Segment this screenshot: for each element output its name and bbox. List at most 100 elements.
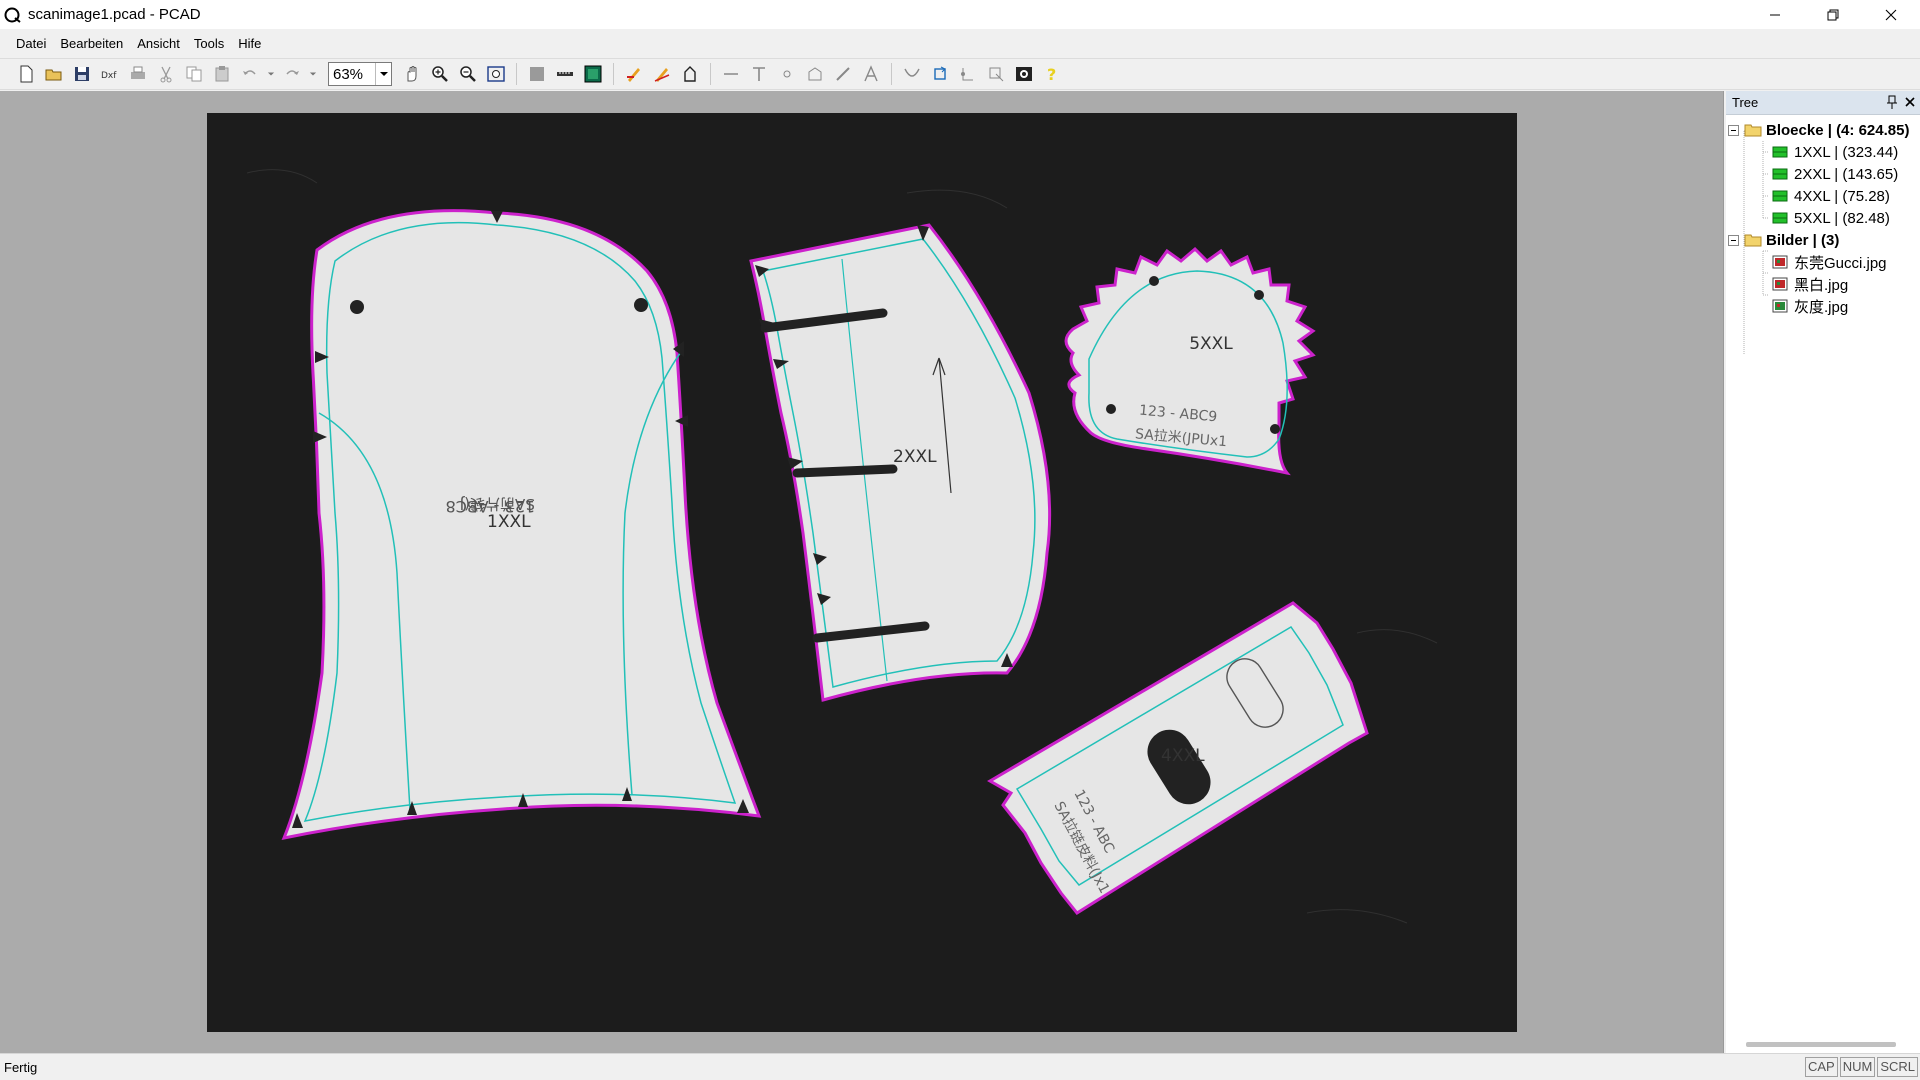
line-tool-icon [724,73,738,75]
zoom-fit-button[interactable] [482,60,510,88]
image-icon [1772,299,1788,313]
tree-node-bilder[interactable]: Bilder | (3) [1726,229,1920,251]
open-folder-icon [45,69,62,81]
toolbar-separator [891,63,892,85]
tree-node-label: 1XXL | (323.44) [1794,143,1899,161]
zoom-select[interactable]: 63% [328,62,392,86]
print-button[interactable] [124,60,152,88]
text-icon [753,67,765,81]
redo-button[interactable] [278,60,306,88]
app-icon[interactable] [4,6,22,24]
shape-tool-button[interactable] [801,60,829,88]
scan-button[interactable] [1010,60,1038,88]
node-icon [961,68,973,81]
tree-panel-buttons [1886,94,1916,110]
close-button[interactable] [1862,0,1920,29]
zoom-in-button[interactable] [426,60,454,88]
toolbar-separator [613,63,614,85]
tree-node-bloecke[interactable]: Bloecke | (4: 624.85) [1726,119,1920,141]
dxf-export-button[interactable]: Dxf [96,60,124,88]
scan-image[interactable]: 123 - ABC8 SA前片袋(J 1XXL 2XXL 5XXL 123 - … [207,113,1517,1032]
minimize-button[interactable] [1746,0,1804,29]
help-button[interactable]: ? [1038,60,1066,88]
fill-gray-button[interactable] [523,60,551,88]
draw-red-button[interactable] [620,60,648,88]
ruler-icon [557,72,573,76]
paste-button[interactable] [208,60,236,88]
toolbar-separator [516,63,517,85]
tree-node-2xxl[interactable]: 2XXL | (143.65) [1726,163,1920,185]
menu-bearbeiten[interactable]: Bearbeiten [53,33,130,54]
shape-icon [808,67,822,81]
menu-bar: Datei Bearbeiten Ansicht Tools Hife [0,29,1920,58]
rotate-tool-button[interactable] [926,60,954,88]
dxf-icon: Dxf [101,71,117,81]
pen-line-icon [654,68,670,82]
undo-dropdown[interactable] [264,60,278,88]
tree-node-5xxl[interactable]: 5XXL | (82.48) [1726,207,1920,229]
menu-hife[interactable]: Hife [231,33,268,54]
polygon-button[interactable] [676,60,704,88]
toolbar-separator [710,63,711,85]
restore-icon [1827,9,1839,20]
tree-horizontal-scrollbar[interactable] [1746,1042,1896,1047]
chevron-down-icon [309,72,317,76]
menu-datei[interactable]: Datei [9,33,53,54]
zoom-dropdown-button[interactable] [375,63,391,85]
node-tool-button[interactable] [954,60,982,88]
paste-icon [215,66,229,82]
point-icon [783,70,791,78]
scissors-icon [160,66,172,83]
svg-text:?: ? [1047,65,1056,83]
save-button[interactable] [68,60,96,88]
tree-node-image-3[interactable]: 灰度.jpg [1726,295,1920,317]
line-tool-button[interactable] [717,60,745,88]
open-button[interactable] [40,60,68,88]
piece-label-2xxl: 2XXL [893,447,937,467]
piece-label-1xxl: 1XXL [487,512,531,532]
curve-tool-button[interactable] [898,60,926,88]
tree-node-1xxl[interactable]: 1XXL | (323.44) [1726,141,1920,163]
curve-icon [904,68,920,77]
zoom-value: 63% [333,65,364,83]
knife-tool-button[interactable] [829,60,857,88]
draw-line-button[interactable] [648,60,676,88]
collapse-toggle[interactable] [1728,124,1739,136]
tree-node-image-2[interactable]: 黑白.jpg [1726,273,1920,295]
save-icon [75,67,89,81]
status-bar: Fertig CAP NUM SCRL [0,1053,1920,1080]
new-button[interactable] [12,60,40,88]
redo-icon [286,70,299,75]
rotate-icon [934,66,946,80]
point-tool-button[interactable] [773,60,801,88]
zoom-in-icon [432,66,448,82]
pan-button[interactable] [398,60,426,88]
pen-red-icon [627,68,640,82]
collapse-toggle[interactable] [1728,234,1739,246]
zoom-out-icon [460,66,476,82]
image-button[interactable] [579,60,607,88]
window-title: scanimage1.pcad - PCAD [28,6,201,23]
close-icon[interactable] [1904,94,1916,110]
text-tool-button[interactable] [745,60,773,88]
canvas-area[interactable]: 123 - ABC8 SA前片袋(J 1XXL 2XXL 5XXL 123 - … [0,91,1724,1053]
folder-icon [1744,124,1762,137]
measure-button[interactable] [551,60,579,88]
mark-tool-button[interactable] [982,60,1010,88]
tree-node-label: Bilder | (3) [1766,231,1840,249]
tree-node-image-1[interactable]: 东莞Gucci.jpg [1726,251,1920,273]
cut-button[interactable] [152,60,180,88]
font-tool-button[interactable] [857,60,885,88]
chevron-down-icon [267,72,275,76]
menu-tools[interactable]: Tools [187,33,231,54]
polygon-icon [684,66,696,82]
chevron-down-icon [379,72,388,76]
zoom-out-button[interactable] [454,60,482,88]
tree-node-4xxl[interactable]: 4XXL | (75.28) [1726,185,1920,207]
undo-button[interactable] [236,60,264,88]
redo-dropdown[interactable] [306,60,320,88]
menu-ansicht[interactable]: Ansicht [130,33,187,54]
pin-icon[interactable] [1886,94,1898,110]
restore-button[interactable] [1804,0,1862,29]
copy-button[interactable] [180,60,208,88]
